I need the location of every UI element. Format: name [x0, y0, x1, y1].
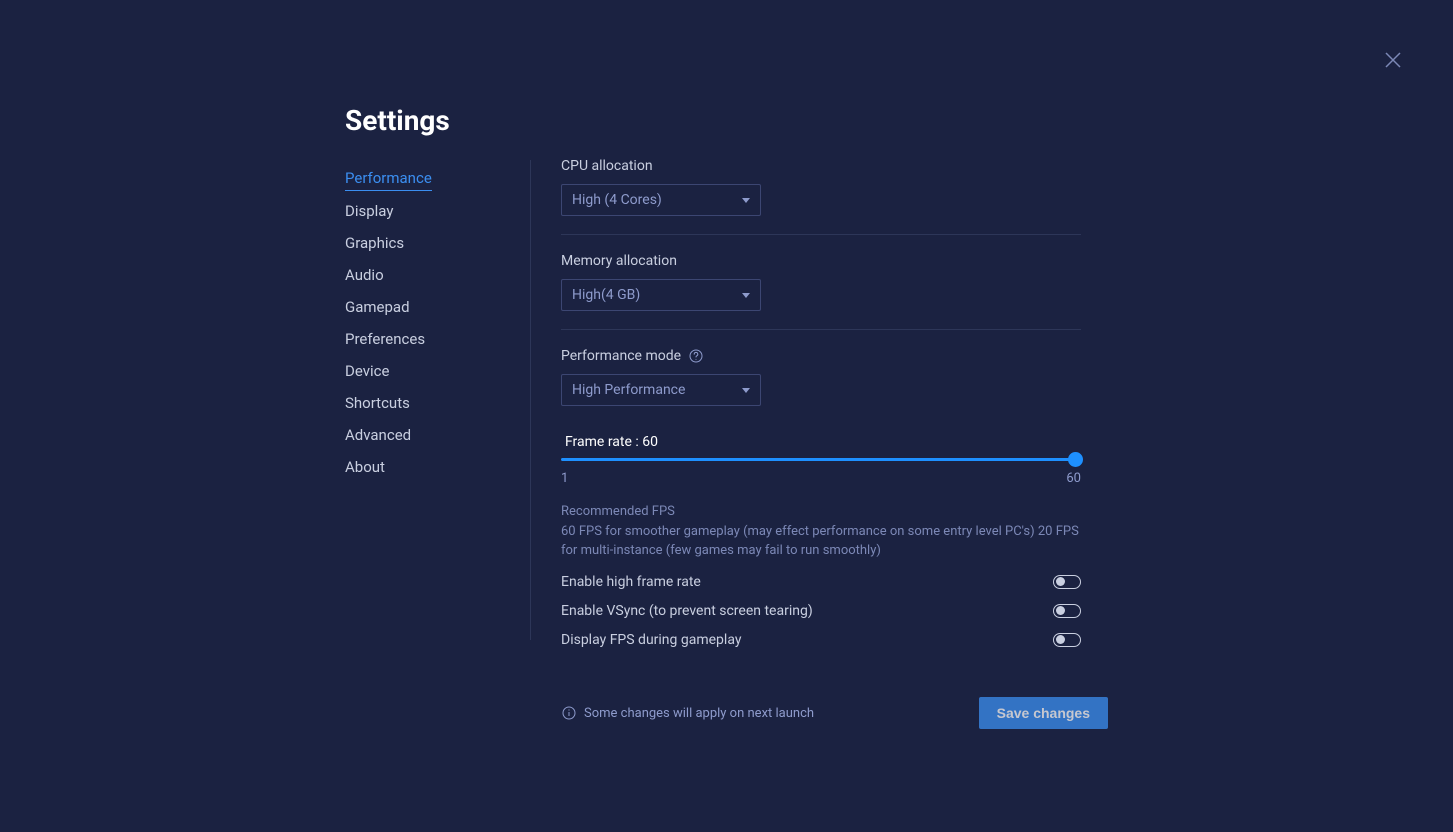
mode-label: Performance mode	[561, 348, 1081, 364]
help-icon[interactable]	[689, 349, 703, 363]
sidebar-item-shortcuts[interactable]: Shortcuts	[345, 387, 410, 419]
memory-select-value: High(4 GB)	[572, 287, 640, 303]
toggle-row-vsync: Enable VSync (to prevent screen tearing)	[561, 603, 1081, 619]
mode-select-value: High Performance	[572, 382, 685, 398]
slider-thumb[interactable]	[1068, 452, 1083, 467]
close-icon	[1384, 51, 1402, 69]
restart-note-text: Some changes will apply on next launch	[584, 706, 814, 721]
memory-label: Memory allocation	[561, 253, 1081, 269]
slider-range-labels: 1 60	[561, 471, 1081, 486]
toggle-row-high-frame: Enable high frame rate	[561, 574, 1081, 590]
sidebar-item-performance[interactable]: Performance	[345, 162, 432, 191]
sidebar-item-display[interactable]: Display	[345, 195, 393, 227]
slider-min: 1	[561, 471, 568, 486]
chevron-down-icon	[742, 198, 750, 203]
mode-select[interactable]: High Performance	[561, 374, 761, 406]
high-frame-label: Enable high frame rate	[561, 574, 701, 590]
settings-panel: CPU allocation High (4 Cores) Memory all…	[561, 158, 1081, 648]
chevron-down-icon	[742, 293, 750, 298]
sidebar-item-preferences[interactable]: Preferences	[345, 323, 425, 355]
vsync-toggle[interactable]	[1053, 604, 1081, 618]
sidebar-item-graphics[interactable]: Graphics	[345, 227, 404, 259]
framerate-slider[interactable]	[561, 458, 1081, 461]
sidebar-item-advanced[interactable]: Advanced	[345, 419, 411, 451]
sidebar-item-device[interactable]: Device	[345, 355, 389, 387]
display-fps-toggle[interactable]	[1053, 633, 1081, 647]
framerate-section: Frame rate : 60 1 60 Recommended FPS 60 …	[561, 434, 1081, 648]
slider-track	[561, 458, 1081, 461]
settings-sidebar: Performance Display Graphics Audio Gamep…	[345, 162, 510, 483]
vsync-label: Enable VSync (to prevent screen tearing)	[561, 603, 813, 619]
sidebar-item-about[interactable]: About	[345, 451, 385, 483]
mode-section: Performance mode High Performance	[561, 348, 1081, 406]
memory-select[interactable]: High(4 GB)	[561, 279, 761, 311]
cpu-select[interactable]: High (4 Cores)	[561, 184, 761, 216]
cpu-label: CPU allocation	[561, 158, 1081, 174]
fps-note-body: 60 FPS for smoother gameplay (may effect…	[561, 523, 1081, 561]
mode-label-text: Performance mode	[561, 348, 681, 364]
sidebar-item-audio[interactable]: Audio	[345, 259, 384, 291]
chevron-down-icon	[742, 388, 750, 393]
restart-note: Some changes will apply on next launch	[561, 706, 814, 721]
framerate-label: Frame rate : 60	[565, 434, 1081, 450]
cpu-section: CPU allocation High (4 Cores)	[561, 158, 1081, 235]
slider-max: 60	[1066, 471, 1081, 486]
memory-section: Memory allocation High(4 GB)	[561, 253, 1081, 330]
sidebar-item-gamepad[interactable]: Gamepad	[345, 291, 410, 323]
toggle-row-display-fps: Display FPS during gameplay	[561, 632, 1081, 648]
info-icon	[561, 706, 576, 721]
fps-note-title: Recommended FPS	[561, 504, 1081, 519]
display-fps-label: Display FPS during gameplay	[561, 632, 741, 648]
cpu-select-value: High (4 Cores)	[572, 192, 662, 208]
close-button[interactable]	[1383, 50, 1403, 70]
save-button[interactable]: Save changes	[979, 697, 1108, 729]
vertical-divider	[530, 160, 531, 640]
settings-footer: Some changes will apply on next launch S…	[561, 697, 1108, 729]
page-title: Settings	[345, 104, 450, 137]
high-frame-toggle[interactable]	[1053, 575, 1081, 589]
